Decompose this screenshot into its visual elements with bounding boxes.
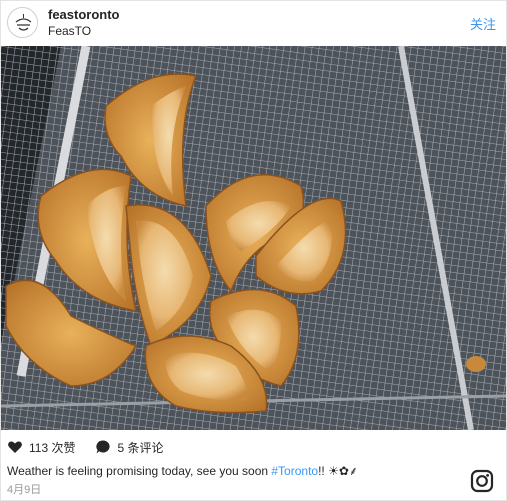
post-photo[interactable] (1, 46, 506, 430)
avatar[interactable] (7, 7, 38, 38)
comments[interactable]: 5 条评论 (95, 439, 163, 456)
post-date: 4月9日 (7, 484, 42, 496)
comment-bubble-icon[interactable] (95, 439, 111, 455)
likes[interactable]: 113 次赞 (7, 439, 75, 456)
likes-count: 113 次赞 (29, 440, 76, 455)
instagram-logo-icon[interactable] (470, 469, 494, 493)
heart-icon[interactable] (7, 439, 23, 455)
post-card: feastoronto FeasTO 关注 113 次赞 5 条评论 Weath… (0, 0, 507, 501)
comments-count: 5 条评论 (117, 440, 164, 455)
caption-text: Weather is feeling promising today, see … (7, 464, 272, 478)
avatar-logo-icon (9, 9, 37, 37)
follow-button[interactable]: 关注 (470, 14, 496, 33)
dumplings-photo (1, 46, 506, 430)
caption-text-end: !! ☀✿⸙ (318, 464, 358, 478)
username[interactable]: feastoronto (48, 7, 120, 22)
hashtag-link[interactable]: #Toronto (271, 464, 318, 478)
post-caption: Weather is feeling promising today, see … (7, 462, 358, 479)
engagement-stats: 113 次赞 5 条评论 (7, 438, 183, 456)
post-header: feastoronto FeasTO 关注 (1, 1, 506, 45)
display-name: FeasTO (48, 24, 92, 38)
